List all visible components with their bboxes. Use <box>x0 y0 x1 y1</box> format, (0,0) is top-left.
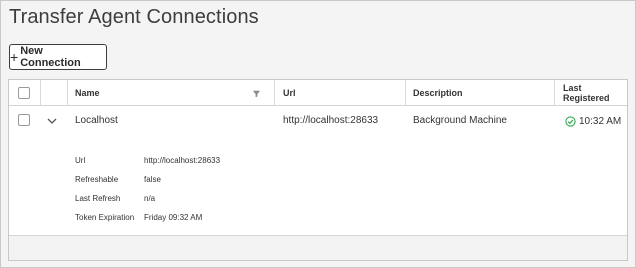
connections-table: Name Url Description Last Registered Loc… <box>8 79 628 261</box>
chevron-down-icon[interactable] <box>47 117 57 125</box>
row-checkbox[interactable] <box>18 114 30 126</box>
detail-value-token-expiration: Friday 09:32 AM <box>144 213 203 222</box>
column-divider <box>554 80 555 106</box>
column-header-url[interactable]: Url <box>283 80 296 106</box>
table-header: Name Url Description Last Registered <box>9 80 627 106</box>
connection-description: Background Machine <box>413 115 507 126</box>
select-all-checkbox[interactable] <box>18 87 30 99</box>
table-footer <box>9 235 627 260</box>
column-divider <box>405 80 406 106</box>
detail-value-last-refresh: n/a <box>144 194 156 203</box>
new-connection-button[interactable]: + New Connection <box>9 44 107 70</box>
detail-label-token-expiration: Token Expiration <box>75 213 135 222</box>
detail-label-last-refresh: Last Refresh <box>75 194 121 203</box>
column-divider <box>274 80 275 106</box>
column-header-name[interactable]: Name <box>75 80 100 106</box>
connection-url: http://localhost:28633 <box>283 115 379 126</box>
last-registered-status: 10:32 AM <box>565 116 621 127</box>
detail-value-url: http://localhost:28633 <box>144 156 221 165</box>
column-header-description[interactable]: Description <box>413 80 463 106</box>
column-divider <box>40 80 41 106</box>
detail-label-refreshable: Refreshable <box>75 175 119 184</box>
window: Transfer Agent Connections + New Connect… <box>0 0 636 268</box>
filter-icon[interactable] <box>252 89 261 98</box>
detail-label-url: Url <box>75 156 86 165</box>
check-circle-icon <box>565 116 576 127</box>
detail-value-refreshable: false <box>144 175 161 184</box>
column-header-last-registered[interactable]: Last Registered <box>563 80 627 106</box>
page-title: Transfer Agent Connections <box>9 6 259 28</box>
plus-icon: + <box>10 48 19 65</box>
new-connection-label: New Connection <box>20 45 81 69</box>
column-divider <box>67 80 68 106</box>
connection-name: Localhost <box>75 115 118 126</box>
last-registered-time: 10:32 AM <box>579 116 622 127</box>
